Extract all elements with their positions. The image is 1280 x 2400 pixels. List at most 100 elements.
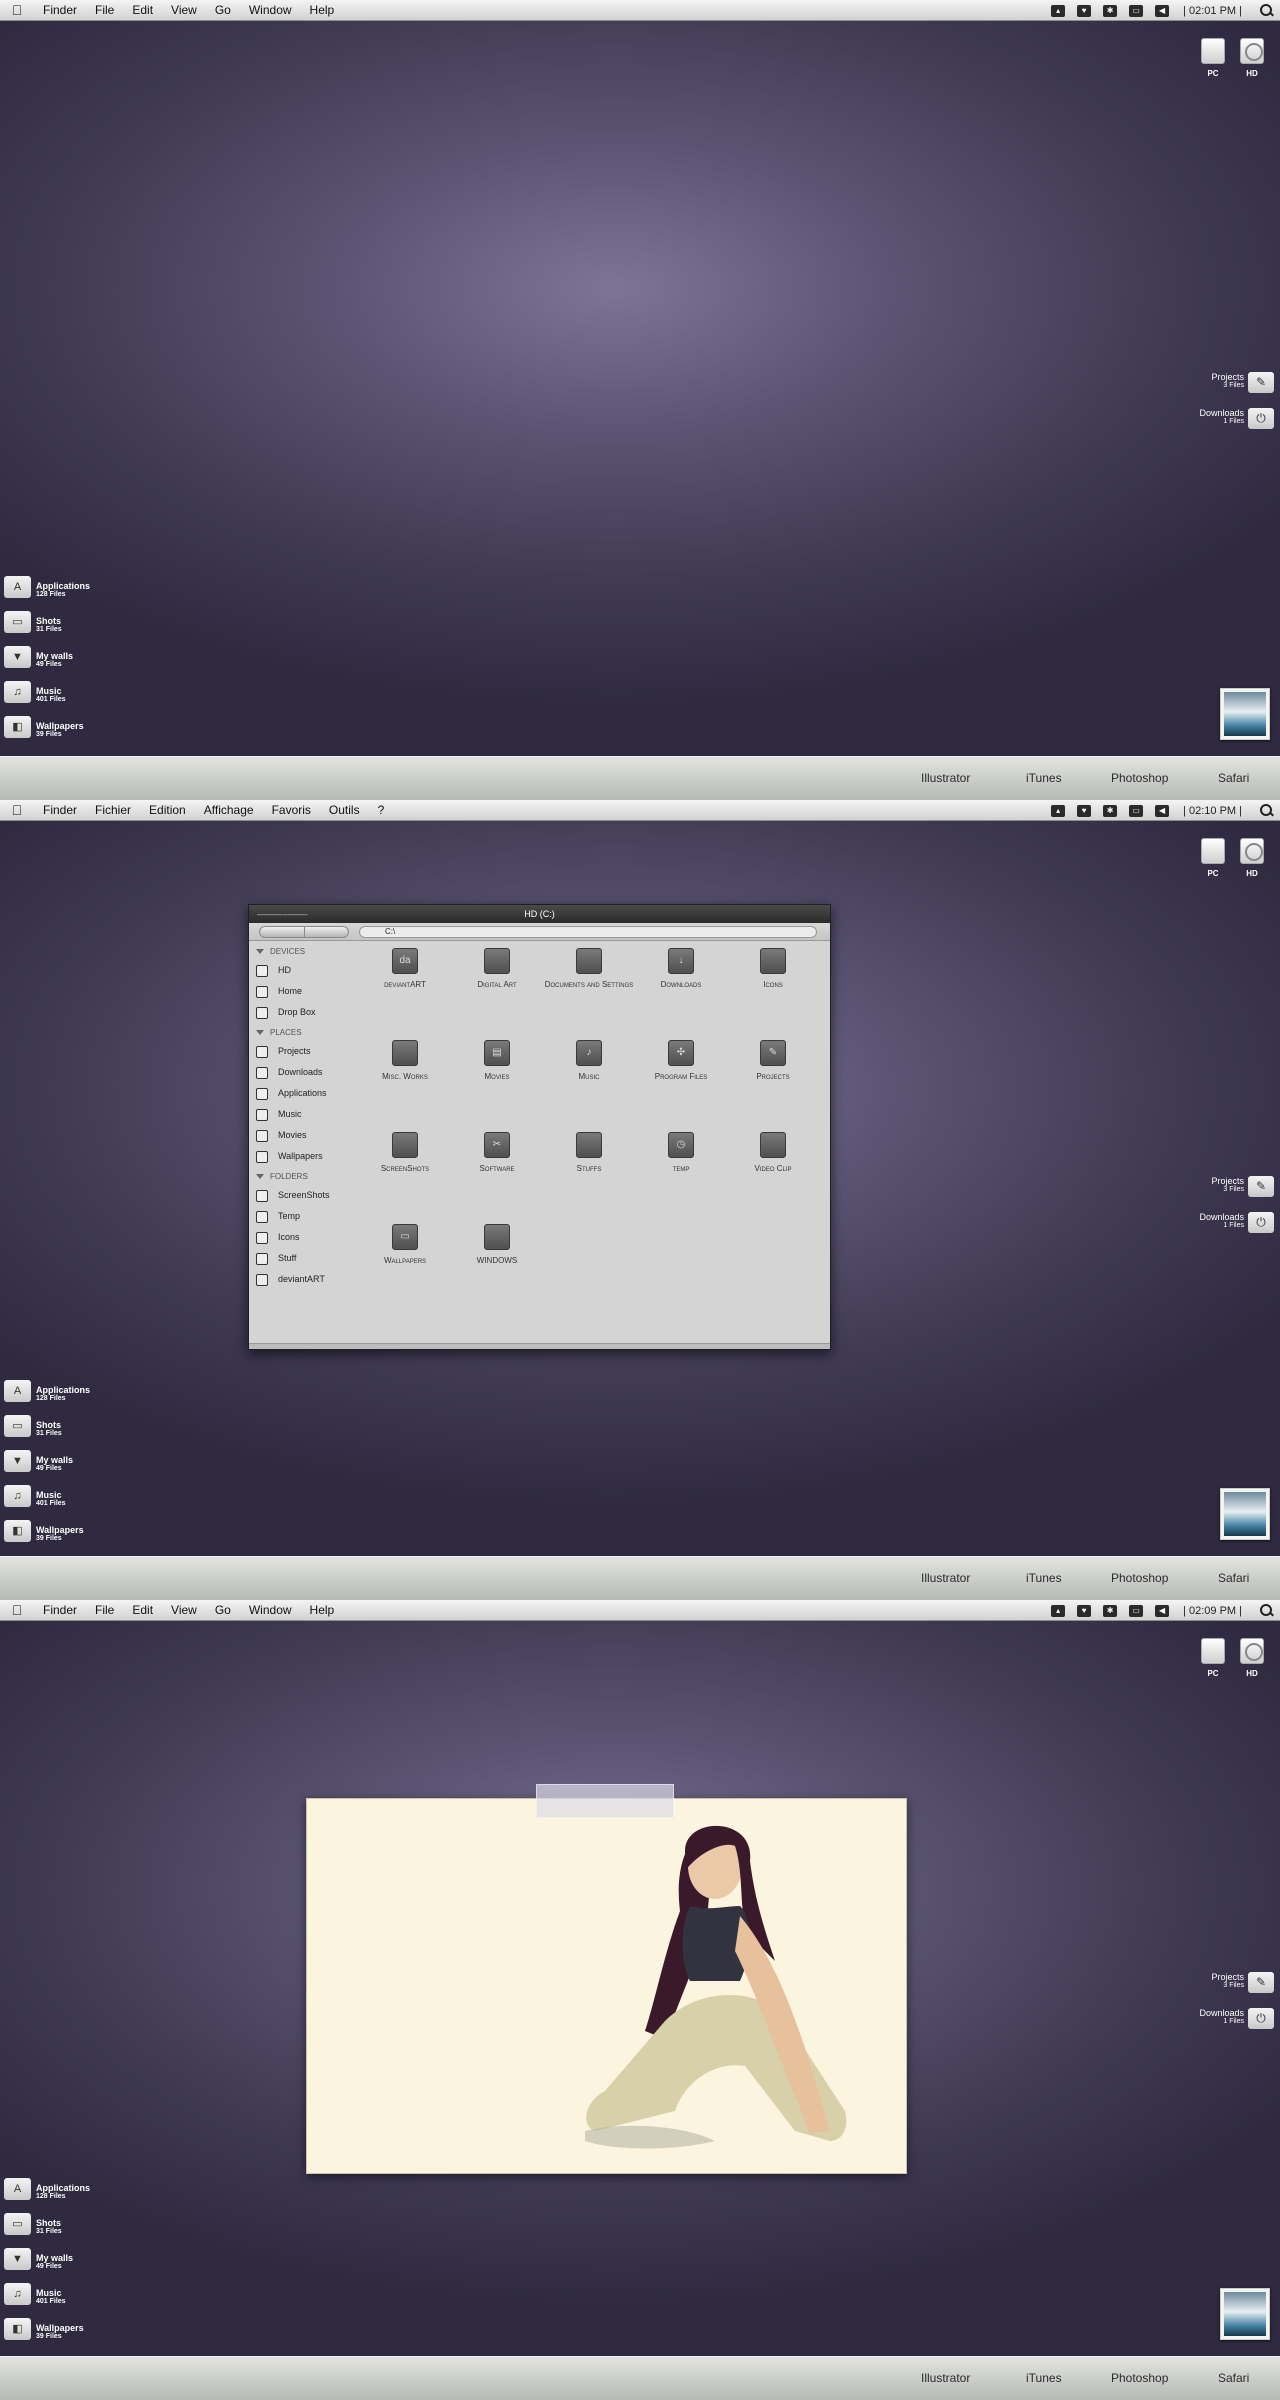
sidebar-item-stuff[interactable]: Stuff [249, 1248, 354, 1269]
menu-file[interactable]: File [86, 1600, 123, 1621]
folder-item-deviantart[interactable]: da deviantART [359, 948, 451, 990]
stack-downloads[interactable]: Downloads 1 Files ⏻ [1199, 1212, 1274, 1233]
eject-icon[interactable]: ▴ [1051, 804, 1066, 817]
spotlight-search-icon[interactable] [1252, 0, 1280, 21]
menu-help[interactable]: Help [301, 0, 344, 21]
window-titlebar[interactable]: ——— ——— HD (C:) [249, 905, 830, 923]
folder-item-screenshots[interactable]: ScreenShots [359, 1132, 451, 1174]
sidebar-item-projects[interactable]: Projects [249, 1041, 354, 1062]
stack-projects[interactable]: Projects 3 Files ✎ [1211, 372, 1274, 393]
clock[interactable]: | 02:09 PM | [1175, 1605, 1252, 1617]
menu-edition[interactable]: Edition [140, 800, 195, 821]
menu-window[interactable]: Window [240, 0, 301, 21]
eject-icon[interactable]: ▴ [1051, 4, 1066, 17]
menu-outils[interactable]: Outils [320, 800, 369, 821]
stack-my-walls[interactable]: ▼ My walls 49 Files [4, 2248, 73, 2270]
menu-favoris[interactable]: Favoris [263, 800, 320, 821]
stack-wallpapers[interactable]: ◧ Wallpapers 39 Files [4, 1520, 84, 1542]
stack-projects[interactable]: Projects 3 Files ✎ [1211, 1972, 1274, 1993]
folder-item-misc-works[interactable]: Misc. Works [359, 1040, 451, 1082]
dock-item-illustrator[interactable]: Illustrator [921, 2371, 970, 2385]
clock[interactable]: | 02:01 PM | [1175, 5, 1252, 17]
folder-item-projects[interactable]: ✎ Projects [727, 1040, 819, 1082]
drive-hd[interactable]: HD [1237, 1638, 1267, 1678]
heart-icon[interactable]: ♥ [1077, 804, 1092, 817]
photo-widget[interactable] [1220, 688, 1270, 740]
folder-item-program-files[interactable]: ✣ Program Files [635, 1040, 727, 1082]
stack-downloads[interactable]: Downloads 1 Files ⏻ [1199, 2008, 1274, 2029]
folder-item-music[interactable]: ♪ Music [543, 1040, 635, 1082]
volume-icon[interactable]: ◀ [1155, 1604, 1170, 1617]
menu-edit[interactable]: Edit [123, 0, 162, 21]
sidebar-item-screenshots[interactable]: ScreenShots [249, 1185, 354, 1206]
folder-item-wallpapers[interactable]: ▭ Wallpapers [359, 1224, 451, 1266]
dock-item-safari[interactable]: Safari [1218, 1571, 1249, 1585]
dock-item-photoshop[interactable]: Photoshop [1111, 771, 1168, 785]
folder-item-stuffs[interactable]: Stuffs [543, 1132, 635, 1174]
stack-downloads[interactable]: Downloads 1 Files ⏻ [1199, 408, 1274, 429]
sidebar-item-wallpapers[interactable]: Wallpapers [249, 1146, 354, 1167]
menu-go[interactable]: Go [206, 1600, 240, 1621]
sidebar-item-applications[interactable]: Applications [249, 1083, 354, 1104]
folder-item-windows[interactable]: WINDOWS [451, 1224, 543, 1266]
dock-item-illustrator[interactable]: Illustrator [921, 771, 970, 785]
volume-icon[interactable]: ◀ [1155, 4, 1170, 17]
sidebar-item-deviantart[interactable]: deviantART [249, 1269, 354, 1290]
stack-music[interactable]: ♫ Music 401 Files [4, 1485, 66, 1507]
sidebar-item-downloads[interactable]: Downloads [249, 1062, 354, 1083]
stack-music[interactable]: ♫ Music 401 Files [4, 681, 66, 703]
stack-my-walls[interactable]: ▼ My walls 49 Files [4, 1450, 73, 1472]
sidebar-item-icons[interactable]: Icons [249, 1227, 354, 1248]
folder-item-downloads[interactable]: ↓ Downloads [635, 948, 727, 990]
photo-widget[interactable] [1220, 2288, 1270, 2340]
stack-shots[interactable]: ▭ Shots 31 Files [4, 1415, 62, 1437]
menu-finder[interactable]: Finder [34, 1600, 86, 1621]
stack-projects[interactable]: Projects 3 Files ✎ [1211, 1176, 1274, 1197]
dock-item-itunes[interactable]: iTunes [1026, 771, 1062, 785]
stack-shots[interactable]: ▭ Shots 31 Files [4, 2213, 62, 2235]
stack-wallpapers[interactable]: ◧ Wallpapers 39 Files [4, 2318, 84, 2340]
menu-help[interactable]: Help [301, 1600, 344, 1621]
drive-hd[interactable]: HD [1237, 38, 1267, 78]
stack-shots[interactable]: ▭ Shots 31 Files [4, 611, 62, 633]
display-icon[interactable]: ▭ [1129, 804, 1144, 817]
stack-my-walls[interactable]: ▼ My walls 49 Files [4, 646, 73, 668]
drive-pc[interactable]: PC [1198, 838, 1228, 878]
sidebar-item-temp[interactable]: Temp [249, 1206, 354, 1227]
stack-music[interactable]: ♫ Music 401 Files [4, 2283, 66, 2305]
heart-icon[interactable]: ♥ [1077, 4, 1092, 17]
folder-item-software[interactable]: ✂ Software [451, 1132, 543, 1174]
menu-file[interactable]: File [86, 0, 123, 21]
folder-item-icons[interactable]: Icons [727, 948, 819, 990]
path-field[interactable]: C:\ [359, 926, 817, 938]
stack-applications[interactable]: A Applications 128 Files [4, 1380, 90, 1402]
dock-item-safari[interactable]: Safari [1218, 2371, 1249, 2385]
photo-widget[interactable] [1220, 1488, 1270, 1540]
menu-fichier[interactable]: Fichier [86, 800, 140, 821]
photo-frame[interactable] [306, 1798, 907, 2174]
sidebar-item-drop-box[interactable]: Drop Box [249, 1002, 354, 1023]
menu-affichage[interactable]: Affichage [195, 800, 263, 821]
window-controls[interactable]: ——— ——— [257, 905, 308, 923]
stack-wallpapers[interactable]: ◧ Wallpapers 39 Files [4, 716, 84, 738]
gear-icon[interactable]: ✱ [1103, 1604, 1118, 1617]
menu-view[interactable]: View [162, 1600, 206, 1621]
menu-help[interactable]: ? [369, 800, 394, 821]
heart-icon[interactable]: ♥ [1077, 1604, 1092, 1617]
dock-item-photoshop[interactable]: Photoshop [1111, 1571, 1168, 1585]
dock-item-safari[interactable]: Safari [1218, 771, 1249, 785]
spotlight-search-icon[interactable] [1252, 1600, 1280, 1621]
menu-finder[interactable]: Finder [34, 0, 86, 21]
menu-edit[interactable]: Edit [123, 1600, 162, 1621]
dock-item-illustrator[interactable]: Illustrator [921, 1571, 970, 1585]
folder-item-temp[interactable]: ◷ temp [635, 1132, 727, 1174]
eject-icon[interactable]: ▴ [1051, 1604, 1066, 1617]
disclosure-triangle-icon[interactable] [256, 949, 264, 955]
apple-menu-icon[interactable]:  [0, 0, 34, 21]
dock-item-itunes[interactable]: iTunes [1026, 2371, 1062, 2385]
drive-hd[interactable]: HD [1237, 838, 1267, 878]
folder-item-documents-and-settings[interactable]: Documents and Settings [543, 948, 635, 990]
disclosure-triangle-icon[interactable] [256, 1030, 264, 1036]
folder-item-video-clip[interactable]: Video Clip [727, 1132, 819, 1174]
menu-finder[interactable]: Finder [34, 800, 86, 821]
